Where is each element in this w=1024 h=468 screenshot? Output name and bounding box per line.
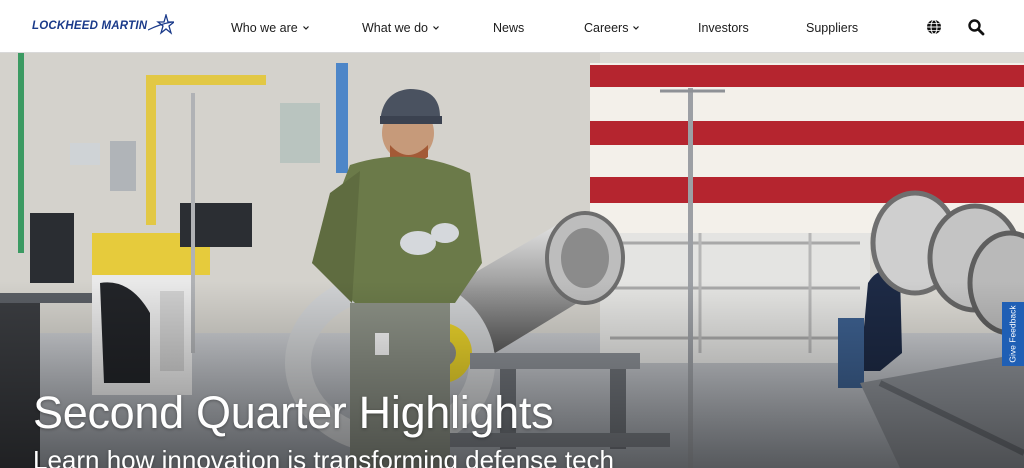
nav-investors[interactable]: Investors	[698, 19, 749, 37]
site-header: LOCKHEED MARTIN Who we are What we do Ne…	[0, 0, 1024, 53]
hero-title: Second Quarter Highlights	[33, 387, 554, 438]
chevron-down-icon	[302, 26, 309, 30]
chevron-down-icon	[633, 26, 640, 30]
nav-what-we-do[interactable]: What we do	[362, 19, 440, 37]
logo-text: LOCKHEED MARTIN	[32, 20, 148, 32]
nav-suppliers-label: Suppliers	[806, 21, 859, 35]
nav-who-we-are[interactable]: Who we are	[231, 19, 310, 37]
give-feedback-label: Give Feedback	[1008, 305, 1019, 363]
nav-news-label: News	[493, 21, 525, 35]
give-feedback-tab[interactable]: Give Feedback	[1002, 302, 1024, 366]
hero-banner[interactable]: Second Quarter Highlights Learn how inno…	[0, 53, 1024, 468]
hero-subtitle[interactable]: Learn how innovation is transforming def…	[33, 445, 614, 468]
nav-suppliers[interactable]: Suppliers	[806, 19, 858, 37]
nav-what-we-do-label: What we do	[362, 21, 429, 35]
logo-star-icon	[148, 14, 174, 35]
nav-careers-label: Careers	[584, 21, 629, 35]
search-icon[interactable]	[967, 18, 985, 36]
nav-careers[interactable]: Careers	[584, 19, 640, 37]
nav-news[interactable]: News	[493, 19, 524, 37]
lockheed-martin-logo[interactable]: LOCKHEED MARTIN	[32, 14, 174, 38]
nav-investors-label: Investors	[698, 21, 749, 35]
chevron-down-icon	[433, 26, 439, 30]
nav-who-we-are-label: Who we are	[231, 21, 298, 35]
globe-icon[interactable]	[925, 18, 943, 36]
